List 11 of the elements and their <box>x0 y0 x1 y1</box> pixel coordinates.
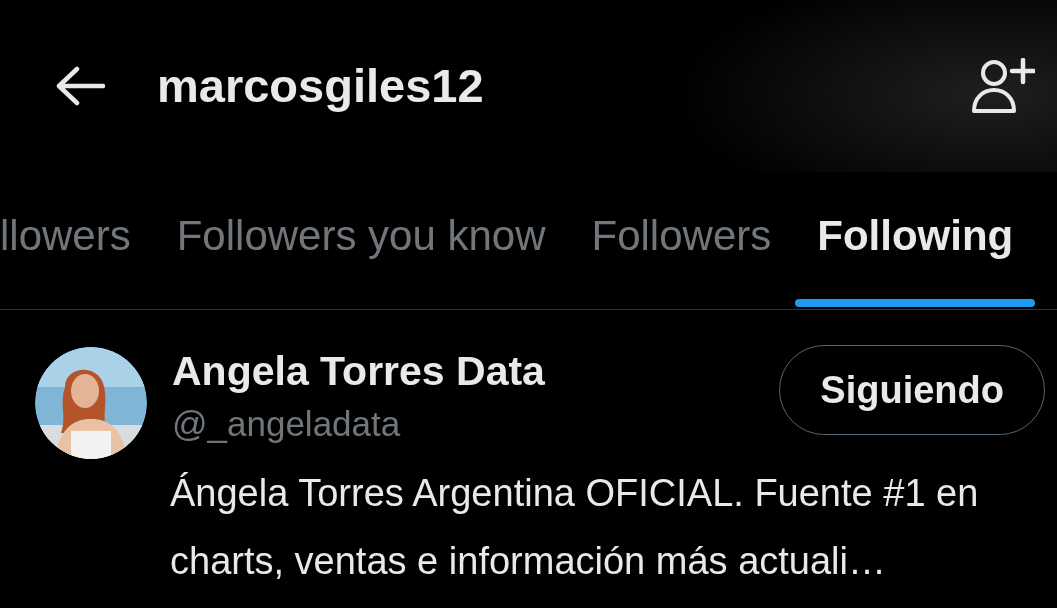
user-name[interactable]: Angela Torres Data <box>172 347 780 397</box>
profile-username: marcosgiles12 <box>157 57 484 114</box>
add-person-icon[interactable] <box>971 58 1035 114</box>
tab[interactable]: llowers <box>0 172 131 309</box>
tab[interactable]: Following <box>795 172 1036 309</box>
back-icon[interactable] <box>55 66 105 106</box>
tab[interactable]: Followers you know <box>176 172 546 309</box>
tab[interactable]: Followers <box>591 172 772 309</box>
user-bio: Ángela Torres Argentina OFICIAL. Fuente #1 en charts, ventas e información más actuali… <box>170 470 980 584</box>
following-button[interactable]: Siguiendo <box>779 345 1045 435</box>
user-handle[interactable]: @_angeladata <box>172 398 780 451</box>
